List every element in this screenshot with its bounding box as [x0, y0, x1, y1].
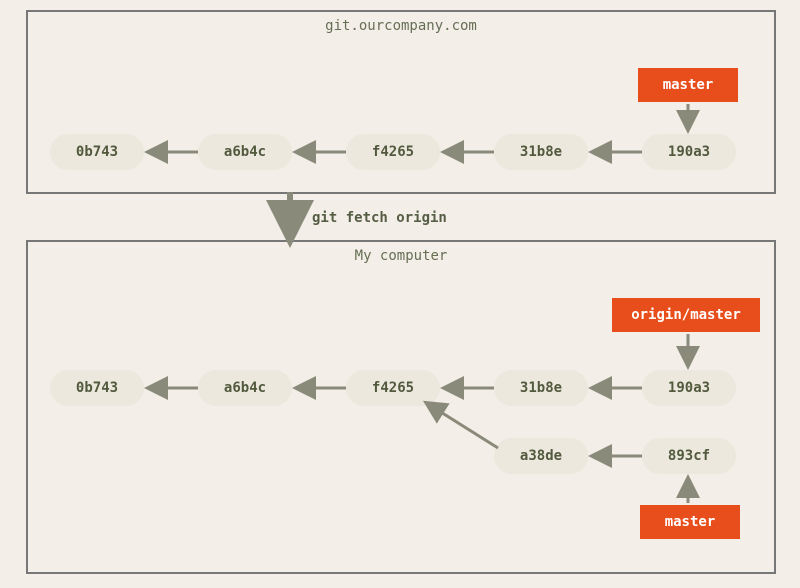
- remote-title: git.ourcompany.com: [28, 18, 774, 34]
- fetch-command-label: git fetch origin: [312, 210, 447, 226]
- commit-node: 0b743: [50, 370, 144, 406]
- ref-master-local: master: [640, 505, 740, 539]
- commit-node: 31b8e: [494, 370, 588, 406]
- commit-node: f4265: [346, 134, 440, 170]
- commit-node: a6b4c: [198, 370, 292, 406]
- commit-node: a38de: [494, 438, 588, 474]
- commit-node: 190a3: [642, 370, 736, 406]
- commit-node: a6b4c: [198, 134, 292, 170]
- commit-node: 31b8e: [494, 134, 588, 170]
- local-title: My computer: [28, 248, 774, 264]
- commit-node: 0b743: [50, 134, 144, 170]
- commit-node: 190a3: [642, 134, 736, 170]
- ref-origin-master: origin/master: [612, 298, 760, 332]
- ref-master-remote: master: [638, 68, 738, 102]
- commit-node: 893cf: [642, 438, 736, 474]
- commit-node: f4265: [346, 370, 440, 406]
- diagram-canvas: git.ourcompany.com 0b743 a6b4c f4265 31b…: [0, 0, 800, 588]
